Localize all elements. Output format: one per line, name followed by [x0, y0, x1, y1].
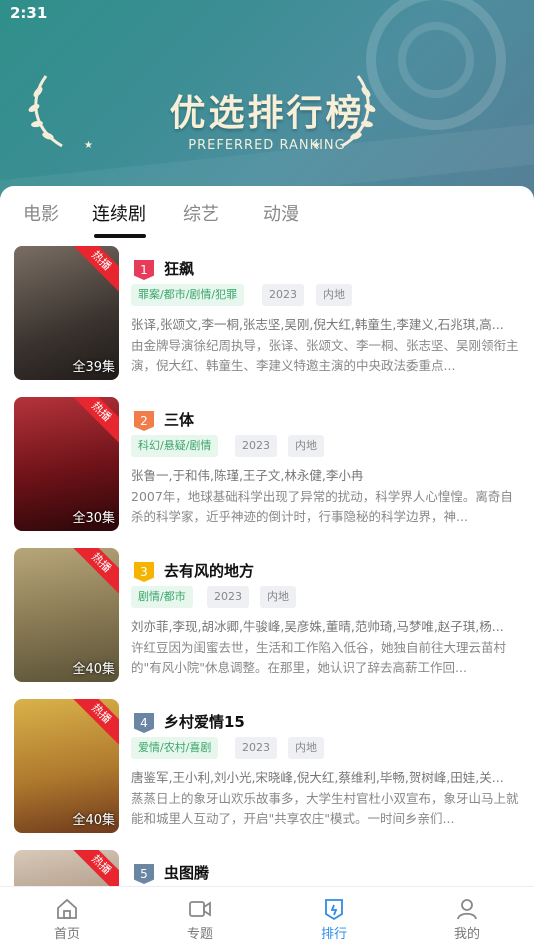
cast-list: 刘亦菲,李现,胡冰卿,牛骏峰,吴彦姝,董晴,范帅琦,马梦唯,赵子琪,杨...: [131, 619, 504, 634]
nav-label: 专题: [186, 927, 213, 942]
description: 许红豆因为闺蜜去世，生活和工作陷入低谷，她独自前往大理云苗村的"有风小院"休息调…: [131, 640, 507, 675]
rank-badge: 2: [134, 411, 154, 431]
cast-list: 唐鉴军,王小利,刘小光,宋晓峰,倪大红,蔡维利,毕畅,贺树峰,田娃,关...: [131, 770, 504, 785]
episode-count: 全39集: [72, 360, 115, 375]
nav-topics[interactable]: 专题: [160, 897, 240, 942]
home-icon: [57, 898, 77, 919]
active-tab-indicator: [94, 234, 146, 238]
genre-tag: 爱情/农村/喜剧: [131, 737, 219, 759]
episode-count: 全40集: [72, 662, 115, 677]
region-tag: 内地: [288, 737, 324, 759]
tab-anime[interactable]: 动漫: [263, 200, 299, 226]
region-tag: 内地: [288, 435, 324, 457]
ranking-item[interactable]: 热播 全30集 2 三体 科幻/悬疑/剧情 2023 内地 张鲁一,于和伟,陈瑾…: [14, 397, 524, 531]
nav-profile[interactable]: 我的: [427, 897, 507, 942]
tab-series[interactable]: 连续剧: [92, 200, 146, 226]
year-tag: 2023: [235, 737, 277, 759]
poster-image: 热播 全40集: [14, 548, 119, 682]
rank-badge: 3: [134, 562, 154, 582]
nav-home[interactable]: 首页: [27, 897, 107, 942]
video-icon: [189, 901, 211, 917]
nav-ranking[interactable]: 排行: [294, 897, 374, 942]
description: 2007年，地球基础科学出现了异常的扰动，科学界人心惶惶。离奇自杀的科学家，近乎…: [131, 489, 513, 524]
item-title: 狂飙: [164, 260, 195, 278]
cast-list: 张译,张颂文,李一桐,张志坚,吴刚,倪大红,韩童生,李建义,石兆琪,高...: [131, 317, 504, 332]
bottom-navigation: 首页 专题 排行 我的: [0, 886, 534, 949]
item-title: 乡村爱情15: [164, 713, 245, 731]
item-title: 去有风的地方: [164, 562, 255, 580]
item-title: 虫图腾: [164, 864, 210, 882]
genre-tag: 罪案/都市/剧情/犯罪: [131, 284, 245, 306]
item-title: 三体: [164, 411, 195, 429]
ranking-item[interactable]: 热播 全40集 4 乡村爱情15 爱情/农村/喜剧 2023 内地 唐鉴军,王小…: [14, 699, 524, 833]
year-tag: 2023: [262, 284, 304, 306]
hot-badge: 热播: [66, 699, 119, 749]
ranking-item[interactable]: 热播 5 虫图腾: [14, 850, 524, 886]
year-tag: 2023: [235, 435, 277, 457]
year-tag: 2023: [207, 586, 249, 608]
hero-title: 优选排行榜: [169, 93, 365, 134]
ranking-item[interactable]: 热播 全40集 3 去有风的地方 剧情/都市 2023 内地 刘亦菲,李现,胡冰…: [14, 548, 524, 682]
nav-label: 首页: [53, 927, 80, 942]
status-time: 2:31: [10, 4, 48, 22]
cast-list: 张鲁一,于和伟,陈瑾,王子文,林永健,李小冉: [131, 468, 364, 483]
region-tag: 内地: [316, 284, 352, 306]
genre-tag: 科幻/悬疑/剧情: [131, 435, 219, 457]
genre-tag: 剧情/都市: [131, 586, 193, 608]
description: 由金牌导演徐纪周执导，张译、张颂文、李一桐、张志坚、吴刚领衔主演，倪大红、韩童生…: [131, 338, 519, 373]
rank-badge: 4: [134, 713, 154, 733]
description: 蒸蒸日上的象牙山欢乐故事多，大学生村官杜小双宣布，象牙山马上就能和城里人互动了，…: [131, 791, 519, 826]
hero-subtitle: PREFERRED RANKING: [188, 138, 346, 153]
star-icon: ★: [312, 140, 321, 151]
hot-badge: 热播: [66, 548, 119, 598]
region-tag: 内地: [260, 586, 296, 608]
category-tabs: 电影 连续剧 综艺 动漫: [0, 186, 534, 238]
nav-label: 我的: [453, 927, 480, 942]
user-icon: [457, 899, 477, 920]
poster-image: 热播: [14, 850, 119, 886]
rank-badge: 5: [134, 864, 154, 884]
hot-badge: 热播: [66, 397, 119, 447]
hot-badge: 热播: [66, 246, 119, 296]
ranking-icon: [325, 899, 343, 921]
hot-badge: 热播: [66, 850, 119, 886]
tab-variety[interactable]: 综艺: [183, 200, 219, 226]
ranking-item[interactable]: 热播 全39集 1 狂飙 罪案/都市/剧情/犯罪 2023 内地 张译,张颂文,…: [14, 246, 524, 380]
episode-count: 全30集: [72, 511, 115, 526]
tab-movies[interactable]: 电影: [23, 200, 59, 226]
poster-image: 热播 全40集: [14, 699, 119, 833]
hero-banner: 2:31 优选排行榜 ★ PREFERRED RANKING ★: [0, 0, 534, 200]
nav-label: 排行: [320, 927, 347, 942]
poster-image: 热播 全30集: [14, 397, 119, 531]
episode-count: 全40集: [72, 813, 115, 828]
poster-image: 热播 全39集: [14, 246, 119, 380]
ranking-sheet: 电影 连续剧 综艺 动漫 热播 全39集 1 狂飙 罪案/都市/剧情/犯罪 20…: [0, 186, 534, 886]
rank-badge: 1: [134, 260, 154, 280]
